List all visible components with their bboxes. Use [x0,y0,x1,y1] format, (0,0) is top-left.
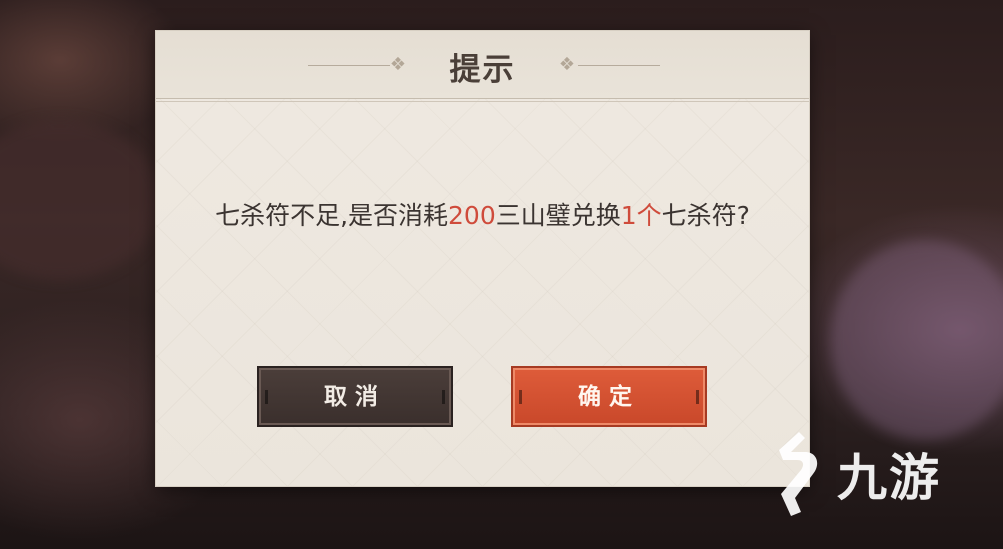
confirm-button[interactable]: 确定 [511,366,707,427]
dialog-message: 七杀符不足,是否消耗200三山璧兑换1个七杀符? [186,196,779,236]
watermark-text: 九游 [837,449,941,507]
dialog-title: 提示 [449,52,516,88]
button-notch [442,390,445,404]
message-text: 三山璧兑换 [495,201,621,230]
confirm-button-label: 确定 [578,384,640,410]
button-notch [265,390,268,404]
game-screen: ❖ 提示 ❖ 七杀符不足,是否消耗200三山璧兑换1个七杀符? 取消 确定 九游 [0,0,1003,549]
background-blur-right [830,240,1003,440]
title-divider-right [578,65,660,66]
prompt-dialog: ❖ 提示 ❖ 七杀符不足,是否消耗200三山璧兑换1个七杀符? 取消 确定 [156,31,809,486]
nine-game-logo-icon [779,432,818,516]
message-text: 七杀符不足,是否消耗 [215,201,449,230]
message-count: 1个 [620,201,662,230]
cancel-button[interactable]: 取消 [257,366,453,427]
button-notch [696,390,699,404]
watermark-logo: 九游 [765,420,975,520]
dialog-title-bar: ❖ 提示 ❖ [156,31,809,102]
cancel-button-label: 取消 [324,384,386,410]
message-text: 七杀符? [661,201,750,230]
message-cost: 200 [448,201,496,230]
button-notch [519,390,522,404]
diamond-ornament-icon: ❖ [558,54,576,75]
dialog-pattern [156,31,809,486]
background-blur-left [0,120,160,280]
